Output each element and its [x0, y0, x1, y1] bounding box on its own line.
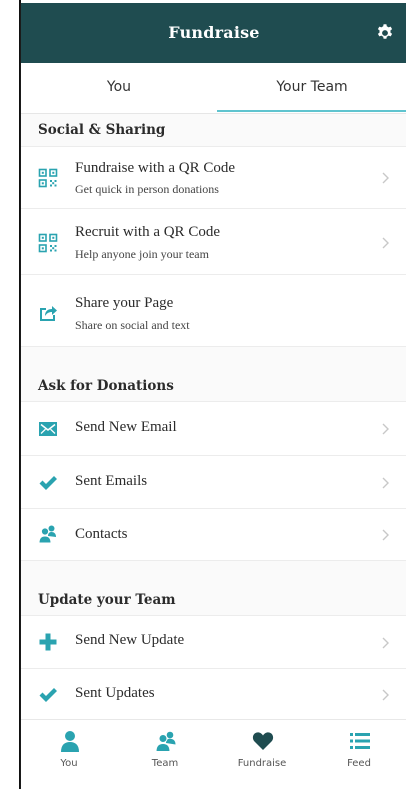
person-icon	[61, 731, 79, 752]
row-title: Sent Emails	[75, 473, 148, 489]
nav-label: Fundraise	[237, 758, 287, 769]
list-item-share-page[interactable]: Share your Page Share on social and text	[21, 275, 406, 347]
row-title: Share your Page	[75, 295, 174, 311]
gear-icon[interactable]	[375, 23, 395, 43]
list-item-fundraise-qr[interactable]: Fundraise with a QR Code Get quick in pe…	[21, 147, 406, 209]
tab-selected-indicator	[217, 110, 406, 112]
row-title: Recruit with a QR Code	[75, 224, 220, 240]
nav-feed[interactable]: Feed	[311, 720, 406, 780]
qr-code-icon	[38, 168, 58, 188]
chevron-right-icon	[382, 637, 389, 649]
nav-label: You	[60, 758, 78, 769]
row-subtitle: Share on social and text	[75, 318, 190, 332]
nav-team[interactable]: Team	[117, 720, 213, 780]
list-item-recruit-qr[interactable]: Recruit with a QR Code Help anyone join …	[21, 209, 406, 275]
app-screen: Fundraise You Your Team Social & Sharing	[20, 3, 406, 789]
section-header-update: Update your Team	[21, 561, 406, 616]
tab-bar: You Your Team	[21, 63, 406, 114]
chevron-right-icon	[382, 172, 389, 184]
chevron-right-icon	[382, 237, 389, 249]
share-icon	[40, 306, 57, 321]
row-title: Fundraise with a QR Code	[75, 160, 235, 176]
nav-fundraise[interactable]: Fundraise	[214, 720, 310, 780]
list-icon	[350, 733, 370, 749]
list-item-sent-emails[interactable]: Sent Emails	[21, 456, 406, 509]
app-header: Fundraise	[21, 3, 406, 63]
tab-you[interactable]: You	[21, 63, 217, 111]
page-title: Fundraise	[168, 23, 260, 42]
team-icon	[155, 731, 176, 752]
chevron-right-icon	[382, 529, 389, 541]
checkmark-icon	[39, 688, 57, 702]
row-subtitle: Help anyone join your team	[75, 247, 209, 261]
list-item-sent-updates[interactable]: Sent Updates	[21, 669, 406, 719]
chevron-right-icon	[382, 689, 389, 701]
row-title: Send New Update	[75, 632, 185, 648]
list-item-send-new-update[interactable]: Send New Update	[21, 616, 406, 669]
bottom-tab-bar: You Team Fundraise Feed	[21, 719, 406, 780]
contacts-icon	[38, 525, 56, 544]
chevron-right-icon	[382, 477, 389, 489]
section-header-ask: Ask for Donations	[21, 347, 406, 402]
plus-icon	[39, 633, 57, 651]
section-header-social: Social & Sharing	[21, 114, 406, 147]
tab-your-team[interactable]: Your Team	[217, 63, 406, 111]
list-item-send-new-email[interactable]: Send New Email	[21, 402, 406, 456]
nav-label: Team	[151, 758, 179, 769]
row-title: Contacts	[75, 526, 128, 542]
row-title: Send New Email	[75, 419, 177, 435]
heart-icon	[252, 732, 274, 750]
nav-label: Feed	[347, 758, 371, 769]
list-item-contacts[interactable]: Contacts	[21, 509, 406, 561]
chevron-right-icon	[382, 423, 389, 435]
row-title: Sent Updates	[75, 685, 155, 701]
checkmark-icon	[39, 476, 57, 490]
row-subtitle: Get quick in person donations	[75, 182, 219, 196]
nav-you[interactable]: You	[21, 720, 117, 780]
envelope-icon	[39, 422, 57, 436]
qr-code-icon	[38, 233, 58, 253]
